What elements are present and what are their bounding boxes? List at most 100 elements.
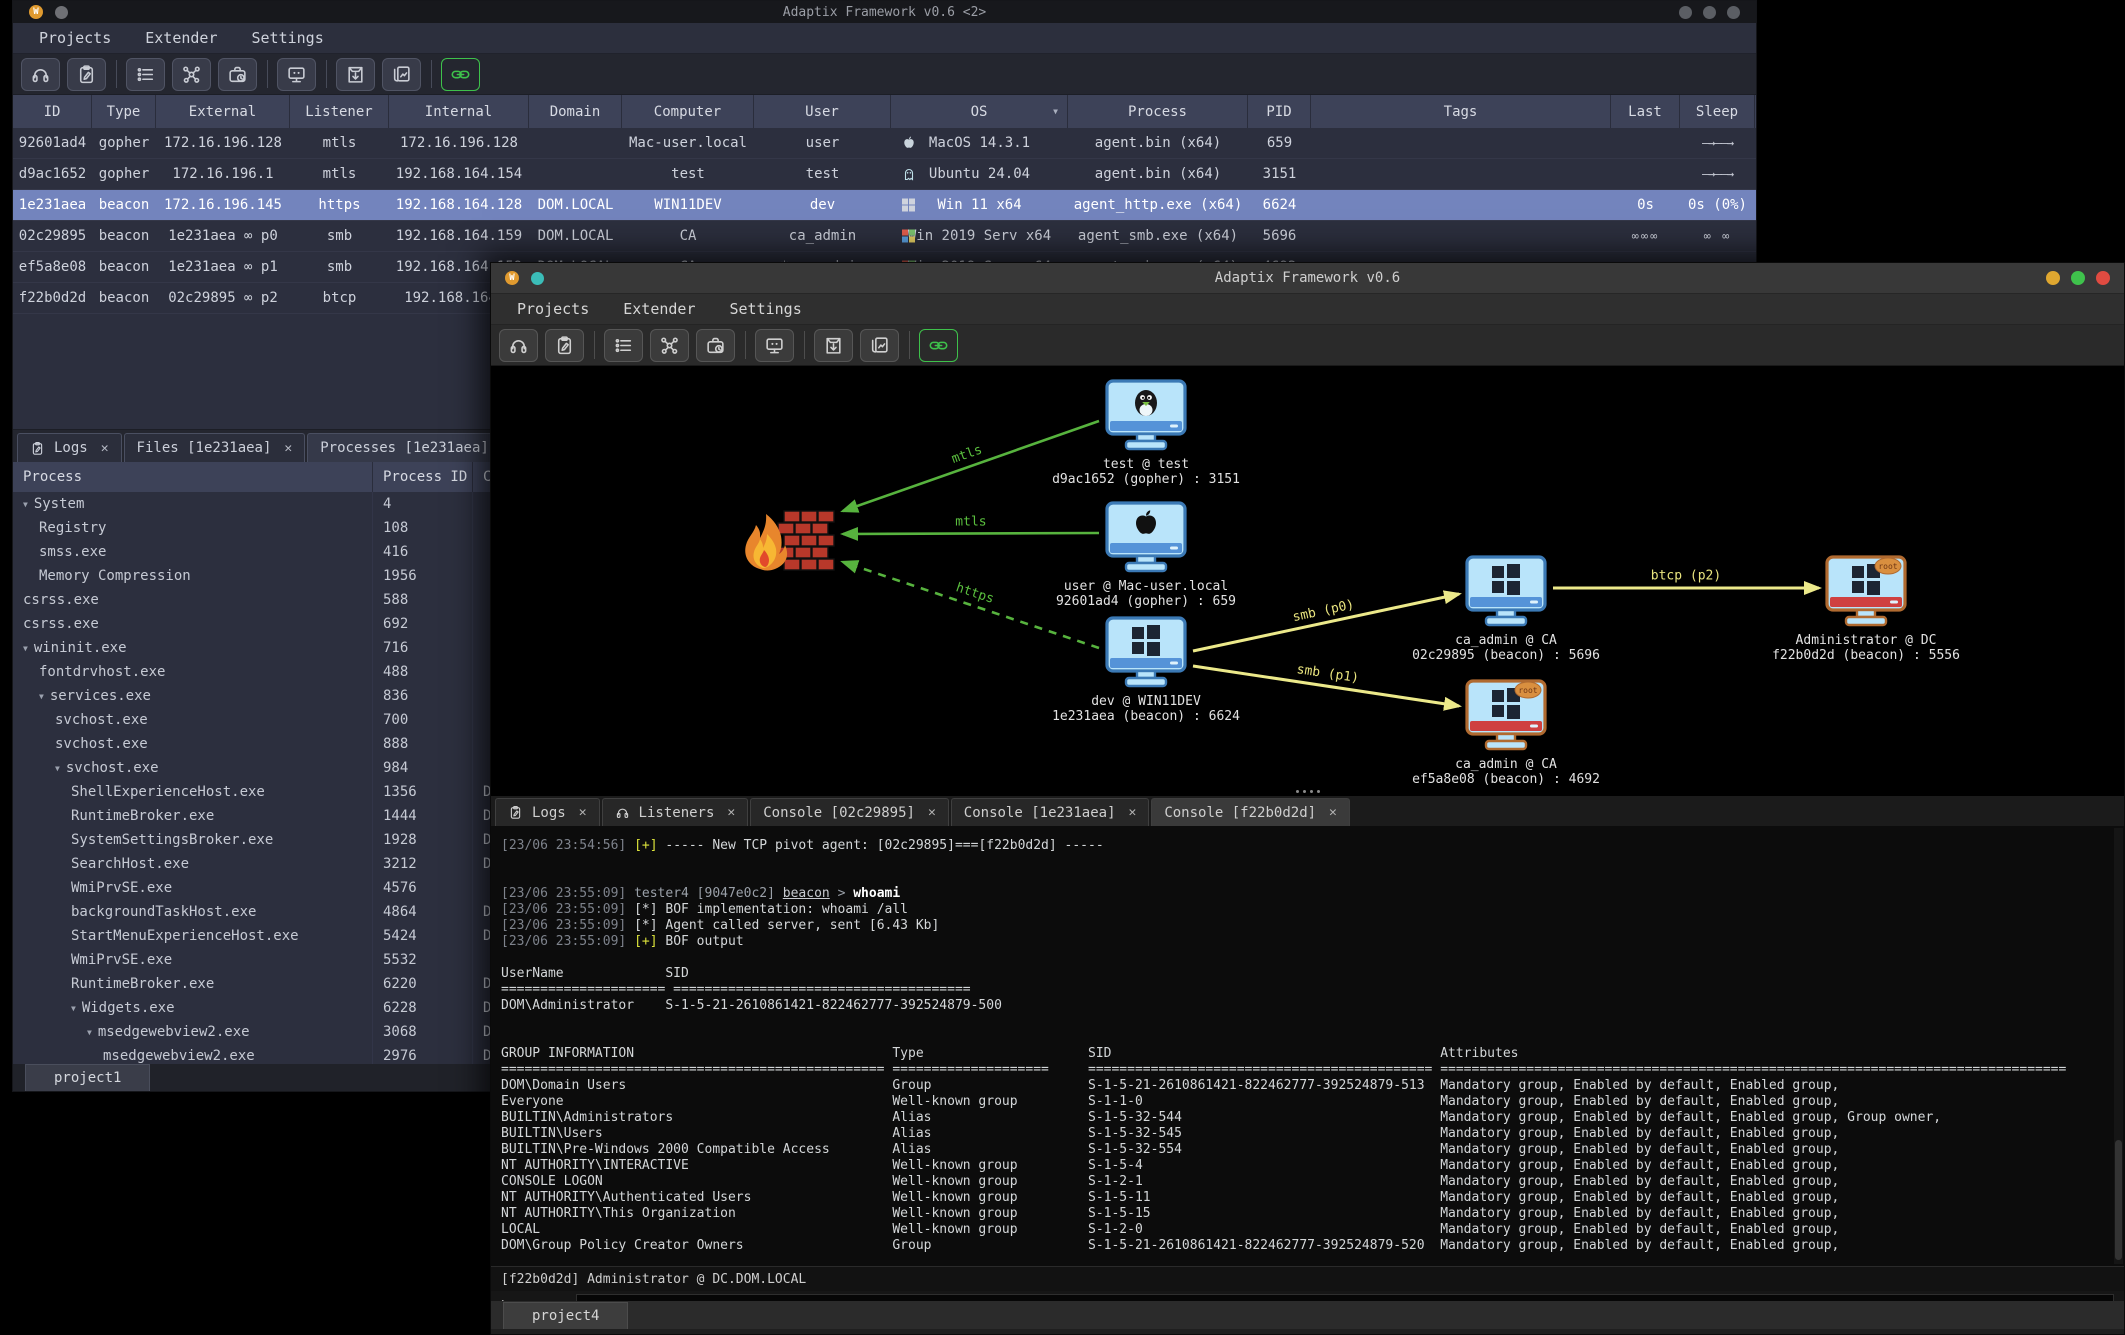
list-button[interactable] xyxy=(126,58,165,91)
console-line: BUILTIN\Users Alias S-1-5-32-545 Mandato… xyxy=(501,1126,2124,1142)
maximize-button[interactable] xyxy=(1703,6,1716,19)
column-header-pid[interactable]: PID xyxy=(1248,95,1311,128)
splitter-handle[interactable] xyxy=(1296,790,1320,793)
tab-files-1e231aea-[interactable]: Files [1e231aea]✕ xyxy=(124,433,306,462)
close-tab-icon[interactable]: ✕ xyxy=(1129,805,1137,820)
agent-node-1e231aea[interactable]: dev @ WIN11DEV1e231aea (beacon) : 6624 xyxy=(1041,616,1251,724)
agent-row-1e231aea[interactable]: 1e231aeabeacon172.16.196.145https192.168… xyxy=(13,190,1756,221)
column-header-tags[interactable]: Tags xyxy=(1311,95,1611,128)
front-titlebar[interactable]: W Adaptix Framework v0.6 xyxy=(491,263,2124,294)
menu-settings[interactable]: Settings xyxy=(730,300,802,318)
agent-node-92601ad4[interactable]: user @ Mac-user.local92601ad4 (gopher) :… xyxy=(1041,501,1251,609)
cell-internal: 192.168.164.159 xyxy=(389,221,529,251)
minimize-button[interactable] xyxy=(1679,6,1692,19)
maximize-button[interactable] xyxy=(2071,271,2085,285)
column-header-os[interactable]: OS▼ xyxy=(891,95,1068,128)
tab-console-1e231aea-[interactable]: Console [1e231aea]✕ xyxy=(951,798,1150,826)
agent-row-02c29895[interactable]: 02c29895beacon1e231aea ∞ p0smb192.168.16… xyxy=(13,221,1756,252)
cell-id: 92601ad4 xyxy=(13,128,92,158)
column-header-process-id[interactable]: Process ID xyxy=(373,462,473,492)
close-tab-icon[interactable]: ✕ xyxy=(1329,805,1337,820)
envelope-down-button[interactable] xyxy=(814,329,853,362)
expand-arrow-icon[interactable]: ▼ xyxy=(87,1028,92,1037)
monitor-button[interactable] xyxy=(277,58,316,91)
close-tab-icon[interactable]: ✕ xyxy=(579,805,587,820)
column-header-listener[interactable]: Listener xyxy=(290,95,389,128)
column-header-internal[interactable]: Internal xyxy=(389,95,529,128)
cell-os: Ubuntu 24.04 xyxy=(891,159,1068,189)
back-titlebar[interactable]: W Adaptix Framework v0.6 <2> xyxy=(13,1,1756,23)
clipboard-button[interactable] xyxy=(67,58,106,91)
agent-node-02c29895[interactable]: ca_admin @ CA02c29895 (beacon) : 5696 xyxy=(1401,555,1611,663)
column-header-type[interactable]: Type xyxy=(92,95,156,128)
close-tab-icon[interactable]: ✕ xyxy=(101,441,109,456)
headphones-button[interactable] xyxy=(499,329,538,362)
console-output[interactable]: [23/06 23:54:56] [+] ----- New TCP pivot… xyxy=(491,826,2124,1266)
agent-node-ef5a8e08[interactable]: rootca_admin @ CAef5a8e08 (beacon) : 469… xyxy=(1401,679,1611,787)
briefcase-clock-button[interactable] xyxy=(218,58,257,91)
expand-arrow-icon[interactable]: ▼ xyxy=(39,692,44,701)
expand-arrow-icon[interactable]: ▼ xyxy=(23,500,28,509)
monitor-button[interactable] xyxy=(755,329,794,362)
cell-listener: smb xyxy=(290,221,389,251)
agent-row-d9ac1652[interactable]: d9ac1652gopher172.16.196.1mtls192.168.16… xyxy=(13,159,1756,190)
session-graph[interactable]: mtlsmtlshttpssmb (p0)smb (p1)btcp (p2)te… xyxy=(491,366,2124,796)
project-tab[interactable]: project4 xyxy=(503,1302,628,1329)
minimize-button[interactable] xyxy=(2046,271,2060,285)
pages-button[interactable] xyxy=(382,58,421,91)
column-header-computer[interactable]: Computer xyxy=(622,95,754,128)
console-line: CONSOLE LOGON Well-known group S-1-2-1 M… xyxy=(501,1174,2124,1190)
tab-logs[interactable]: Logs✕ xyxy=(495,798,600,826)
menu-projects[interactable]: Projects xyxy=(39,29,111,47)
expand-arrow-icon[interactable]: ▼ xyxy=(55,764,60,773)
cell-process-id: 416 xyxy=(373,540,473,564)
cell-process: ▼Widgets.exe xyxy=(13,996,373,1020)
menu-projects[interactable]: Projects xyxy=(517,300,589,318)
menu-extender[interactable]: Extender xyxy=(623,300,695,318)
column-header-external[interactable]: External xyxy=(156,95,290,128)
tab-listeners[interactable]: Listeners✕ xyxy=(602,798,749,826)
agent-node-d9ac1652[interactable]: test @ testd9ac1652 (gopher) : 3151 xyxy=(1041,379,1251,487)
graph-button[interactable] xyxy=(650,329,689,362)
link-button[interactable] xyxy=(919,329,958,362)
cell-process: SystemSettingsBroker.exe xyxy=(13,828,373,852)
briefcase-clock-button[interactable] xyxy=(696,329,735,362)
close-button[interactable] xyxy=(1727,6,1740,19)
tab-console-f22b0d2d-[interactable]: Console [f22b0d2d]✕ xyxy=(1151,798,1350,826)
node-label: dev @ WIN11DEV xyxy=(1041,694,1251,709)
monitor-icon xyxy=(286,64,307,85)
edge-label: mtls xyxy=(955,514,986,529)
tab-logs[interactable]: Logs✕ xyxy=(17,433,122,462)
close-tab-icon[interactable]: ✕ xyxy=(284,441,292,456)
close-button[interactable] xyxy=(2096,271,2110,285)
expand-arrow-icon[interactable]: ▼ xyxy=(71,1004,76,1013)
graph-button[interactable] xyxy=(172,58,211,91)
column-header-sleep[interactable]: Sleep xyxy=(1680,95,1755,128)
headphones-button[interactable] xyxy=(21,58,60,91)
clipboard-button[interactable] xyxy=(545,329,584,362)
envelope-down-button[interactable] xyxy=(336,58,375,91)
link-button[interactable] xyxy=(441,58,480,91)
close-tab-icon[interactable]: ✕ xyxy=(928,805,936,820)
tab-console-02c29895-[interactable]: Console [02c29895]✕ xyxy=(750,798,949,826)
column-header-process[interactable]: Process xyxy=(1068,95,1248,128)
cell-sleep: —→——→ xyxy=(1680,159,1755,189)
agent-row-92601ad4[interactable]: 92601ad4gopher172.16.196.128mtls172.16.1… xyxy=(13,128,1756,159)
apple-icon xyxy=(901,135,917,151)
close-tab-icon[interactable]: ✕ xyxy=(727,805,735,820)
menu-settings[interactable]: Settings xyxy=(252,29,324,47)
pages-button[interactable] xyxy=(860,329,899,362)
menu-extender[interactable]: Extender xyxy=(145,29,217,47)
column-header-id[interactable]: ID xyxy=(13,95,92,128)
column-header-last[interactable]: Last xyxy=(1611,95,1680,128)
expand-arrow-icon[interactable]: ▼ xyxy=(23,644,28,653)
agent-node-f22b0d2d[interactable]: rootAdministrator @ DCf22b0d2d (beacon) … xyxy=(1761,555,1971,663)
project-tab[interactable]: project1 xyxy=(25,1064,150,1091)
list-button[interactable] xyxy=(604,329,643,362)
column-header-user[interactable]: User xyxy=(754,95,891,128)
list-icon xyxy=(613,335,634,356)
cell-process: backgroundTaskHost.exe xyxy=(13,900,373,924)
column-header-process[interactable]: Process xyxy=(13,462,373,492)
console-scrollbar[interactable] xyxy=(2114,828,2123,1264)
column-header-domain[interactable]: Domain xyxy=(529,95,622,128)
